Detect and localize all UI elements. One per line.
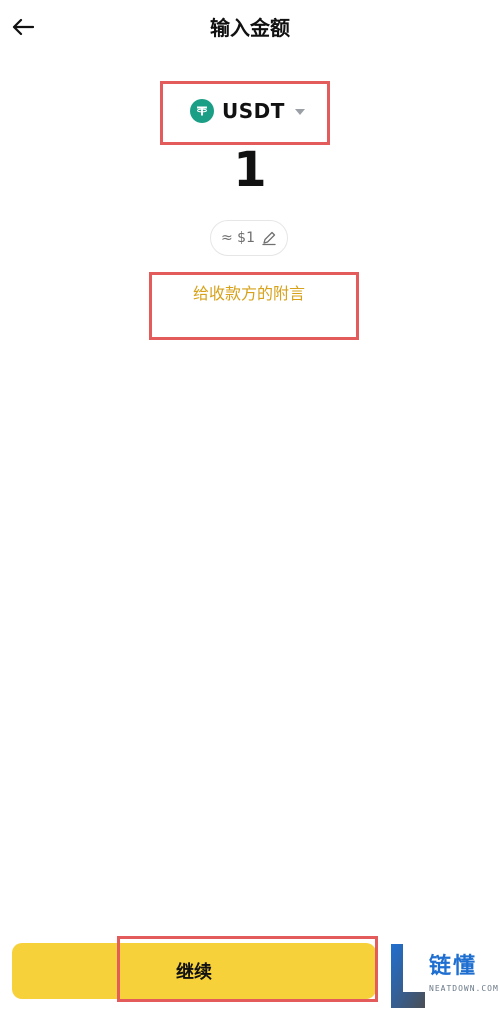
watermark-subtext: NEATDOWN.COM — [429, 984, 499, 993]
amount-value[interactable]: 1 — [0, 140, 500, 200]
page-title: 输入金额 — [210, 16, 290, 40]
token-selector[interactable]: USDT — [190, 94, 305, 128]
neatdown-logo-icon — [391, 944, 425, 1008]
watermark: 链懂 NEATDOWN.COM — [385, 940, 500, 1011]
memo-field[interactable] — [149, 272, 359, 340]
usd-estimate-pill[interactable]: ≈ $1 — [210, 220, 288, 256]
chevron-down-icon — [294, 109, 305, 115]
watermark-text: 链懂 — [429, 954, 478, 979]
usd-estimate-text: ≈ $1 — [221, 230, 255, 246]
header: 输入金额 — [0, 0, 500, 56]
continue-button[interactable] — [12, 943, 376, 999]
pencil-icon — [262, 231, 276, 246]
tether-icon — [190, 99, 214, 123]
token-symbol: USDT — [222, 99, 285, 123]
